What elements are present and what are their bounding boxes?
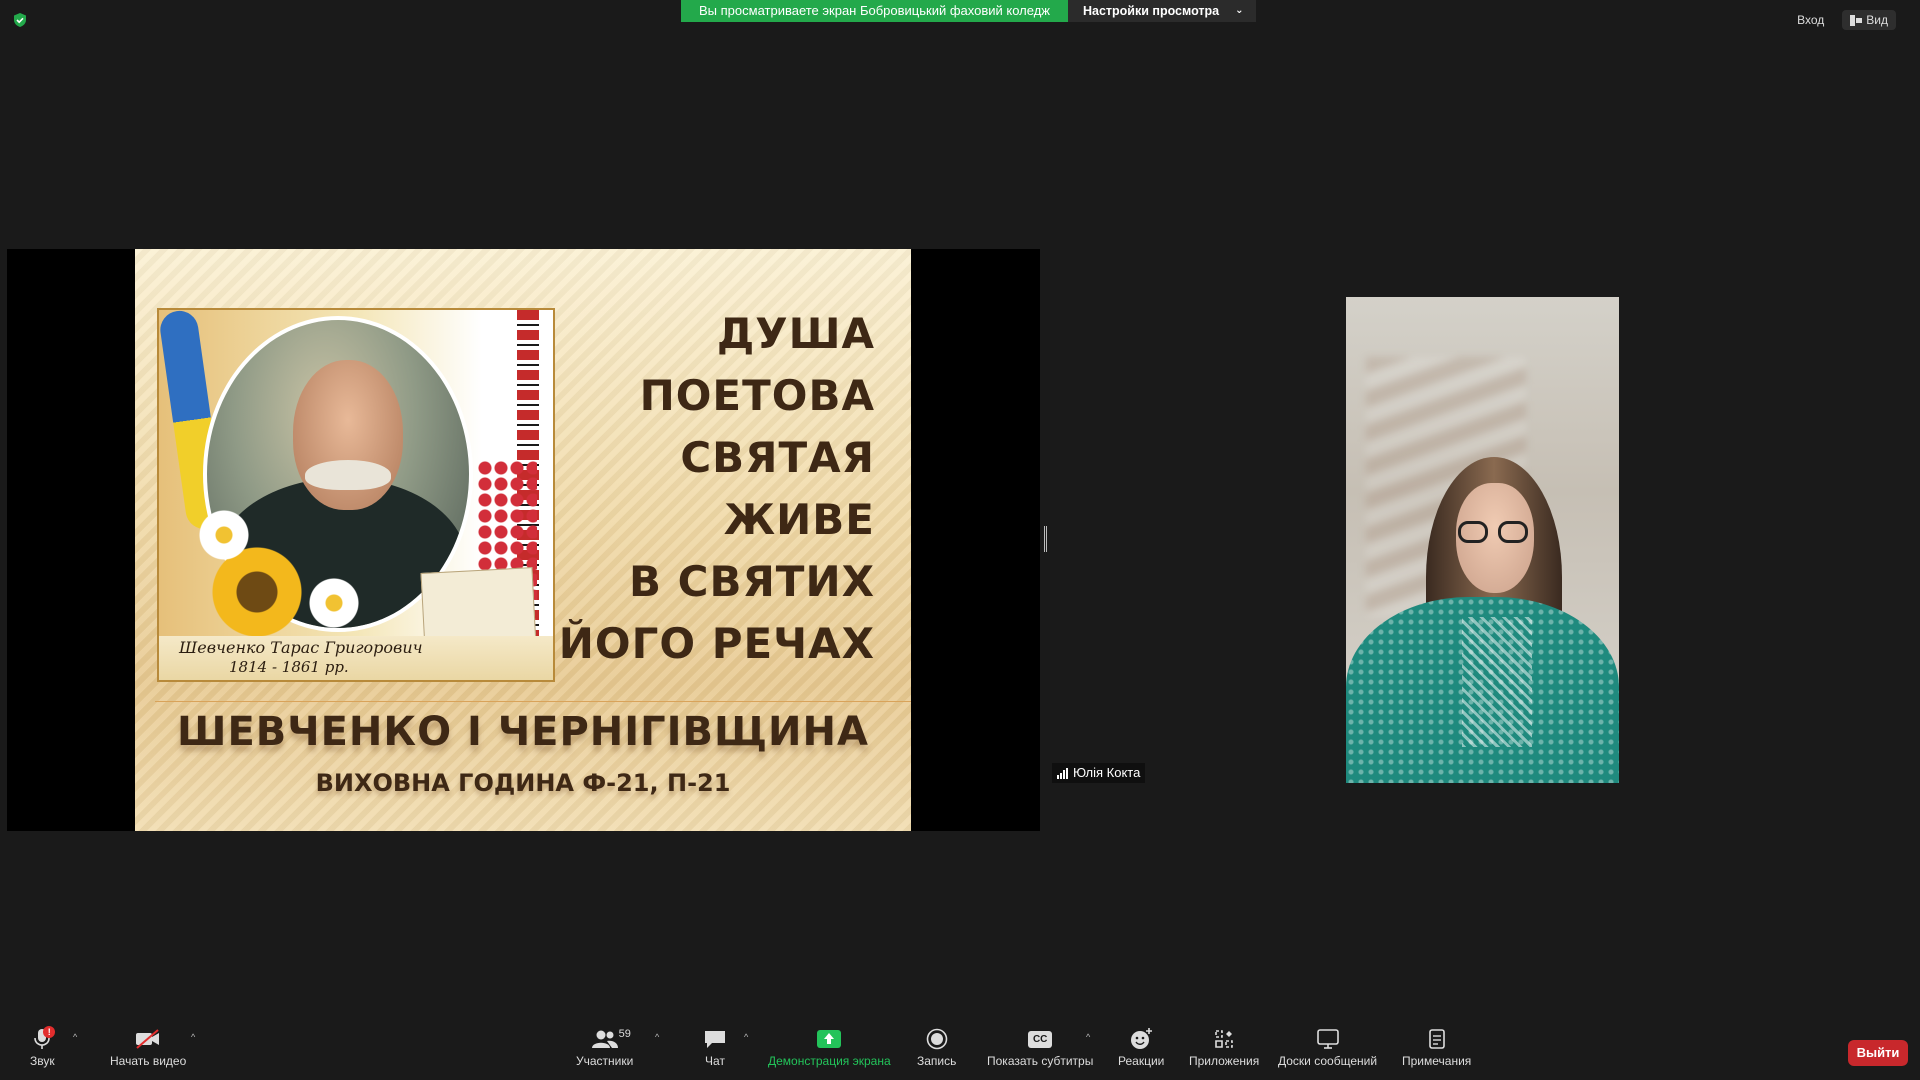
meeting-toolbar: ! Звук ^ Начать видео ^ 59 Участники ^ Ч…	[0, 1020, 1920, 1080]
signal-strength-icon	[1057, 767, 1068, 779]
apps-button[interactable]: Приложения	[1189, 1024, 1259, 1068]
participants-button[interactable]: 59 Участники	[576, 1024, 633, 1068]
participant-video[interactable]	[1346, 297, 1619, 783]
top-right-controls: Вход Вид	[1789, 10, 1896, 30]
whiteboards-button[interactable]: Доски сообщений	[1278, 1024, 1377, 1068]
notes-label: Примечания	[1402, 1054, 1472, 1068]
slide-title-line-3: СВЯТАЯ	[680, 433, 875, 482]
record-label: Запись	[917, 1054, 957, 1068]
slide-title-line-2: ПОЕТОВА	[639, 371, 875, 420]
participant-name-tag: Юлія Кокта	[1052, 763, 1146, 783]
captions-options-caret-icon[interactable]: ^	[1086, 1032, 1090, 1042]
apps-label: Приложения	[1189, 1054, 1260, 1068]
slide-subtitle-2: ВИХОВНА ГОДИНА Ф-21, П-21	[315, 769, 731, 797]
chat-icon	[705, 1031, 725, 1048]
reactions-button[interactable]: Реакции	[1118, 1024, 1164, 1068]
share-screen-label: Демонстрация экрана	[768, 1054, 891, 1068]
slide-title-line-5: В СВЯТИХ	[629, 557, 875, 606]
presentation-slide: Шевченко Тарас Григорович 1814 - 1861 рр…	[135, 249, 911, 831]
participant-name: Юлія Кокта	[1073, 765, 1141, 780]
mute-label: Звук	[30, 1054, 55, 1068]
reactions-label: Реакции	[1118, 1054, 1165, 1068]
leave-meeting-button[interactable]: Выйти	[1848, 1040, 1908, 1066]
participants-options-caret-icon[interactable]: ^	[655, 1032, 659, 1042]
closed-captions-icon: CC	[1028, 1030, 1053, 1048]
chevron-down-icon: ⌄	[1235, 5, 1244, 16]
participants-count: 59	[618, 1028, 631, 1040]
portrait-years: 1814 - 1861 рр.	[229, 658, 349, 676]
slide-title-line-4: ЖИВЕ	[723, 495, 875, 544]
shared-screen: Шевченко Тарас Григорович 1814 - 1861 рр…	[7, 249, 1040, 831]
chat-options-caret-icon[interactable]: ^	[744, 1032, 748, 1042]
chat-button[interactable]: Чат	[703, 1024, 727, 1068]
view-button[interactable]: Вид	[1842, 10, 1896, 30]
video-off-icon	[136, 1029, 160, 1049]
resize-splitter-handle[interactable]	[1044, 526, 1047, 552]
slide-divider	[155, 701, 911, 702]
chat-label: Чат	[705, 1054, 725, 1068]
viewing-screen-label: Вы просматриваете экран Бобровицький фах…	[681, 0, 1068, 22]
screen-share-banner: Вы просматриваете экран Бобровицький фах…	[681, 0, 1256, 22]
portrait-name: Шевченко Тарас Григорович	[179, 638, 423, 657]
start-video-button[interactable]: Начать видео	[110, 1024, 186, 1068]
mute-button[interactable]: ! Звук	[30, 1024, 56, 1068]
slide-subtitle: ШЕВЧЕНКО І ЧЕРНІГІВЩИНА	[177, 709, 869, 755]
view-settings-button[interactable]: Настройки просмотра ⌄	[1067, 0, 1256, 22]
notes-icon	[1428, 1029, 1445, 1049]
record-button[interactable]: Запись	[917, 1024, 956, 1068]
share-screen-button[interactable]: Демонстрация экрана	[768, 1024, 891, 1068]
view-settings-label: Настройки просмотра	[1082, 4, 1220, 18]
audio-options-caret-icon[interactable]: ^	[73, 1032, 77, 1042]
participants-icon	[591, 1030, 618, 1048]
whiteboards-label: Доски сообщений	[1278, 1054, 1378, 1068]
slide-title-line-1: ДУША	[716, 309, 875, 358]
apps-icon	[1215, 1030, 1233, 1048]
share-screen-icon	[817, 1030, 842, 1048]
shevchenko-portrait: Шевченко Тарас Григорович 1814 - 1861 рр…	[157, 308, 555, 682]
view-label: Вид	[1866, 13, 1888, 27]
start-video-label: Начать видео	[110, 1054, 187, 1068]
video-options-caret-icon[interactable]: ^	[191, 1032, 195, 1042]
slide-title-line-6: ЙОГО РЕЧАХ	[558, 619, 875, 668]
notes-button[interactable]: Примечания	[1402, 1024, 1471, 1068]
show-captions-label: Показать субтитры	[987, 1054, 1094, 1068]
participants-label: Участники	[576, 1054, 634, 1068]
record-icon	[926, 1028, 947, 1050]
reactions-icon	[1131, 1028, 1153, 1049]
whiteboard-icon	[1316, 1029, 1339, 1049]
view-layout-icon	[1850, 14, 1863, 26]
security-shield-icon[interactable]	[12, 12, 28, 28]
show-captions-button[interactable]: CC Показать субтитры	[987, 1024, 1093, 1068]
signin-button[interactable]: Вход	[1789, 10, 1832, 30]
mute-warning-badge: !	[43, 1026, 56, 1038]
